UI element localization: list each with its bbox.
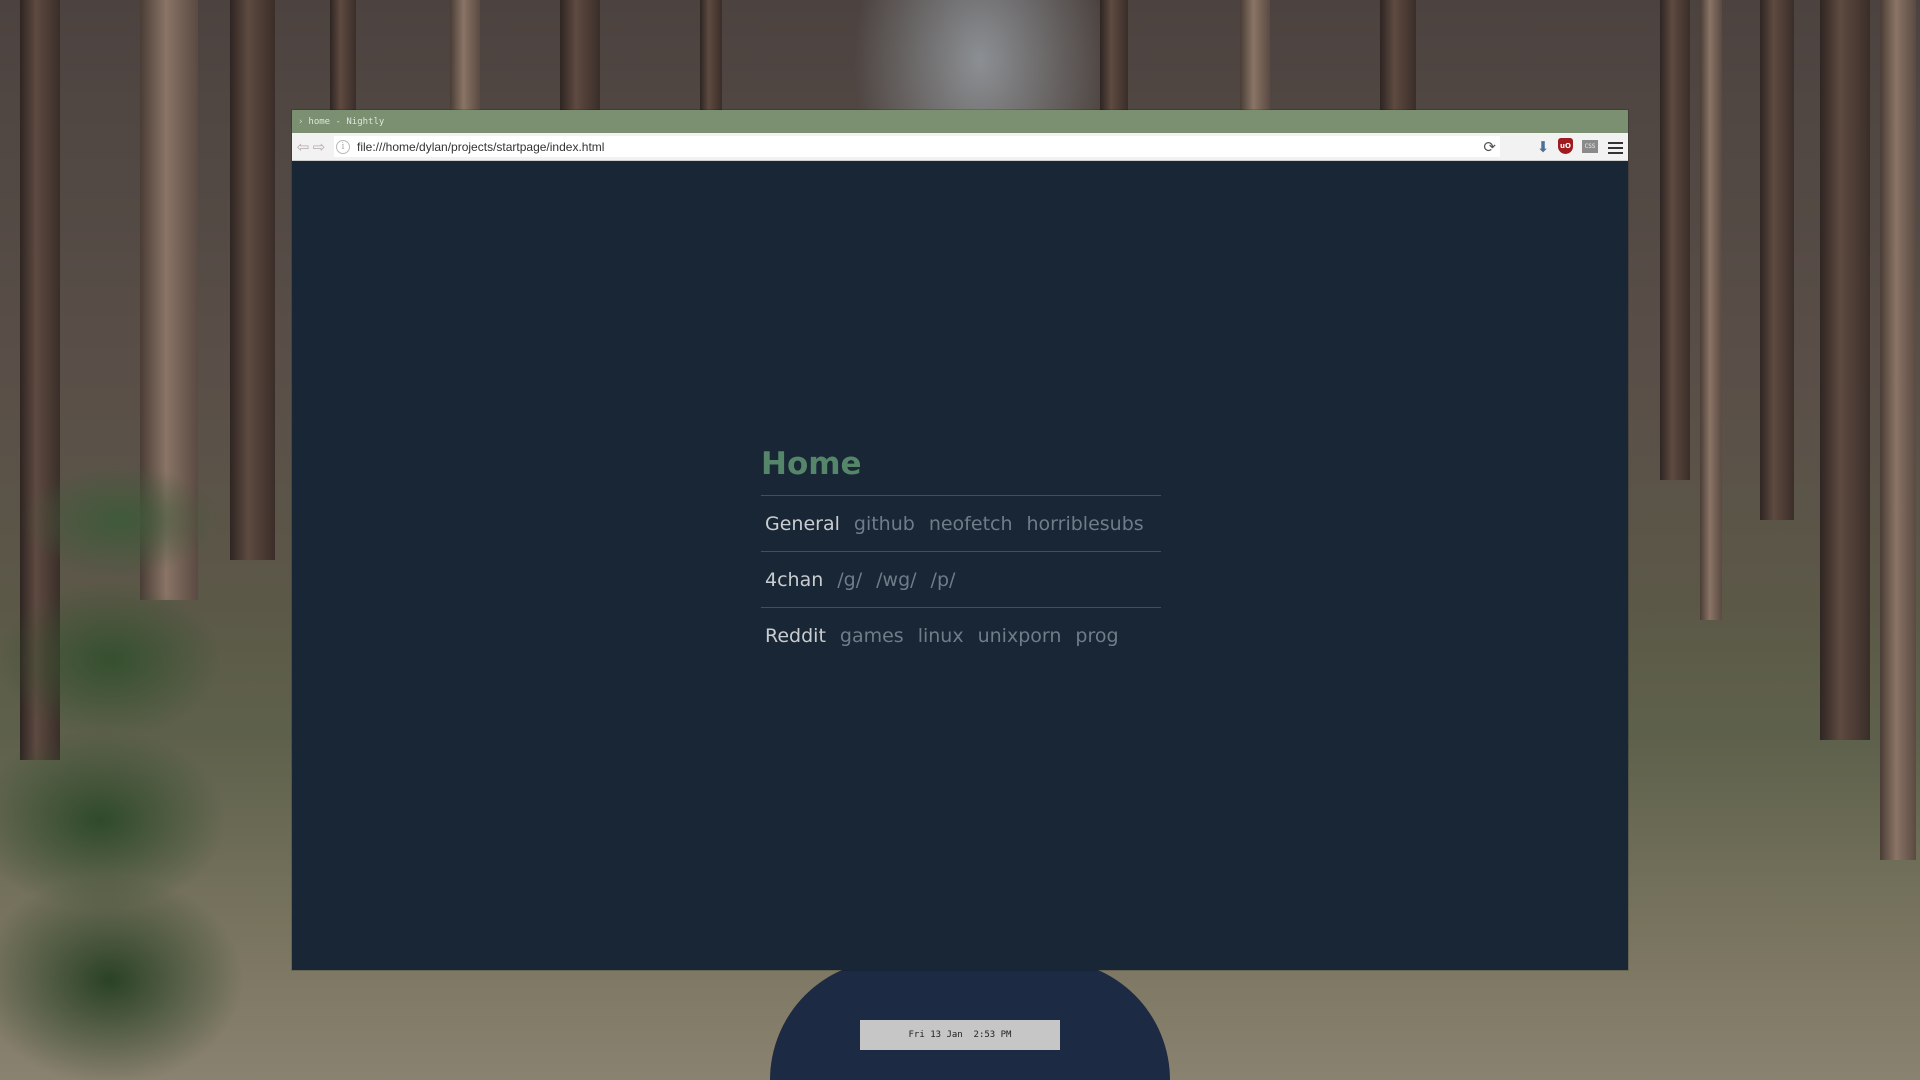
tree-trunk	[1660, 0, 1690, 480]
clock-widget: Fri 13 Jan 2:53 PM	[860, 1020, 1060, 1050]
tree-trunk	[450, 0, 480, 110]
link-g[interactable]: /g/	[837, 569, 862, 591]
link-prog[interactable]: prog	[1075, 625, 1118, 647]
reload-icon[interactable]: ⟳	[1483, 138, 1496, 156]
page-title: Home	[761, 446, 862, 482]
browser-window: › home - Nightly ⇦ ⇨ i ⟳ ⬇ uO CSS	[292, 110, 1628, 970]
tree-trunk	[1820, 0, 1870, 740]
menu-bar	[1607, 152, 1623, 154]
tree-trunk	[700, 0, 722, 110]
tree-trunk	[560, 0, 600, 110]
download-icon[interactable]: ⬇	[1534, 138, 1552, 156]
desktop-wallpaper: › home - Nightly ⇦ ⇨ i ⟳ ⬇ uO CSS	[0, 0, 1920, 1080]
page-content: Home General github neofetch horriblesub…	[292, 161, 1628, 971]
link-row-general: General github neofetch horriblesubs	[761, 495, 1161, 551]
forward-arrow-icon: ⇨	[312, 137, 326, 156]
forward-button[interactable]: ⇨	[312, 138, 326, 156]
tree-trunk	[1880, 0, 1916, 860]
link-unixporn[interactable]: unixporn	[978, 625, 1062, 647]
tree-trunk	[1760, 0, 1794, 520]
link-horriblesubs[interactable]: horriblesubs	[1027, 513, 1144, 535]
link-wg[interactable]: /wg/	[876, 569, 916, 591]
navigation-toolbar: ⇦ ⇨ i ⟳ ⬇ uO CSS	[292, 133, 1628, 161]
tree-trunk	[1240, 0, 1270, 110]
window-titlebar[interactable]: › home - Nightly	[292, 110, 1628, 133]
tree-trunk	[1100, 0, 1128, 110]
url-bar[interactable]: i ⟳	[334, 136, 1500, 157]
fir-tree	[0, 440, 300, 1080]
tree-trunk	[1700, 0, 1722, 620]
css-viewer-icon[interactable]: CSS	[1582, 140, 1598, 153]
url-input[interactable]	[357, 139, 1484, 154]
category-label: General	[765, 512, 840, 535]
category-label: Reddit	[765, 624, 826, 647]
link-linux[interactable]: linux	[918, 625, 964, 647]
hamburger-menu-icon[interactable]	[1607, 142, 1623, 154]
category-label: 4chan	[765, 568, 824, 591]
menu-bar	[1607, 142, 1623, 144]
link-github[interactable]: github	[854, 513, 915, 535]
tree-trunk	[330, 0, 356, 110]
back-arrow-icon: ⇦	[296, 137, 310, 156]
info-icon[interactable]: i	[336, 139, 350, 154]
startpage-panel: Home General github neofetch horriblesub…	[761, 439, 1161, 663]
link-p[interactable]: /p/	[931, 569, 956, 591]
window-title: home - Nightly	[308, 116, 385, 127]
chevron-right-icon: ›	[298, 116, 304, 127]
link-row-reddit: Reddit games linux unixporn prog	[761, 607, 1161, 663]
menu-bar	[1607, 147, 1623, 149]
link-games[interactable]: games	[840, 625, 904, 647]
link-row-4chan: 4chan /g/ /wg/ /p/	[761, 551, 1161, 607]
back-button[interactable]: ⇦	[296, 138, 310, 156]
link-neofetch[interactable]: neofetch	[929, 513, 1013, 535]
tree-trunk	[1380, 0, 1416, 110]
ublock-icon[interactable]: uO	[1558, 138, 1573, 154]
